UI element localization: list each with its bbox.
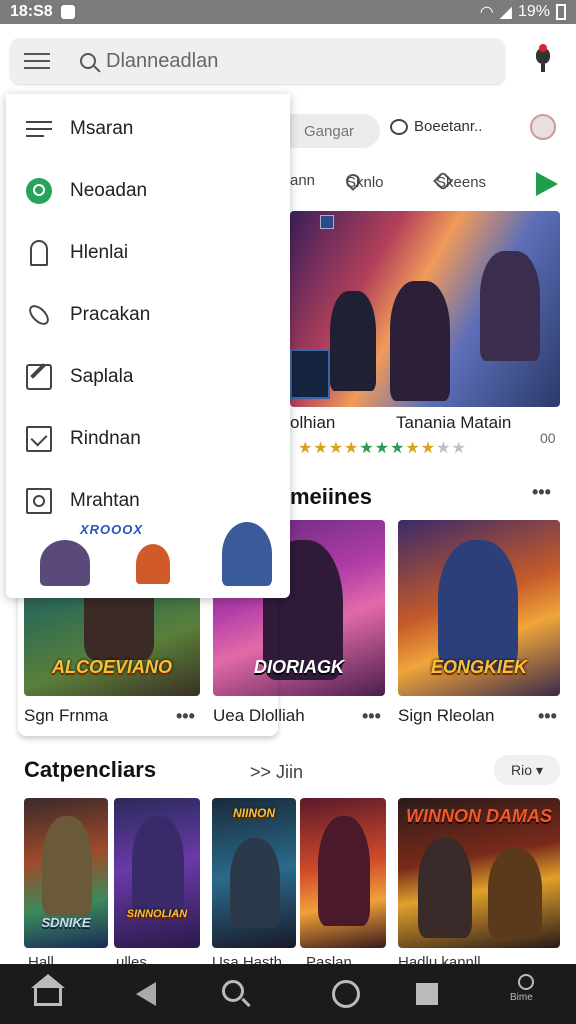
search-icon[interactable] — [222, 980, 244, 1002]
game-tile-logo: SINNOLIAN — [126, 908, 188, 920]
notification-bubble-icon[interactable] — [530, 114, 556, 140]
game-tile[interactable]: NIINON — [212, 798, 296, 948]
drawer-item-label: Msaran — [70, 118, 134, 139]
game-tile[interactable]: SINNOLIAN — [114, 798, 200, 948]
search-bar[interactable]: Dlanneadlan — [10, 38, 505, 84]
game-card-logo: EONGKIEK — [430, 657, 527, 677]
game-tile[interactable] — [300, 798, 386, 948]
featured-caption-left: olhian — [290, 413, 336, 432]
profile-label: Bime — [510, 992, 533, 1003]
drawer-banner-text: XROOOX — [80, 522, 144, 537]
profile-icon — [518, 974, 534, 990]
back-icon[interactable] — [136, 982, 156, 1006]
checkbox-icon — [26, 426, 52, 452]
game-card-label[interactable]: Sgn Frnma — [24, 706, 108, 726]
game-tile-logo: SDNIKE — [41, 915, 91, 930]
see-all-link[interactable]: >> Jiin — [250, 762, 303, 783]
drawer-item[interactable]: Msaran — [6, 104, 290, 154]
recents-icon[interactable] — [416, 983, 438, 1005]
edit-icon — [26, 364, 52, 390]
search-input[interactable]: Dlanneadlan — [106, 50, 218, 73]
section-1-more-button[interactable]: ••• — [532, 482, 551, 503]
drawer-item-label: Saplala — [70, 366, 134, 387]
drawer-item-label: Mrahtan — [70, 490, 140, 511]
featured-more[interactable]: 00 — [540, 430, 556, 446]
game-tile-label[interactable]: Hadlu kannll — [398, 954, 481, 964]
home-circle-icon[interactable] — [332, 980, 360, 1008]
chat-bubble-icon — [390, 118, 408, 135]
section-1-title: meiines — [290, 484, 372, 509]
notification-icon — [60, 5, 75, 19]
game-tile-label[interactable]: Usa Hasth — [212, 954, 282, 964]
voice-mic-icon[interactable] — [530, 44, 556, 76]
game-card[interactable]: EONGKIEK — [398, 520, 560, 696]
hamburger-menu-icon[interactable] — [24, 48, 50, 74]
chip-message-label: Boeetanr.. — [414, 118, 483, 135]
search-icon — [80, 53, 96, 69]
drawer-item-label: Pracakan — [70, 304, 151, 325]
chip-pill[interactable]: Gangar — [290, 114, 380, 148]
game-tile-logo: NIINON — [233, 806, 275, 820]
section-2-title: Catpencliars — [24, 757, 157, 782]
game-tile[interactable]: WINNON DAMAS — [398, 798, 560, 948]
top-chips: Gangar Boeetanr.. — [290, 114, 576, 150]
rating-stars: ★★★★★★★★★★★ — [298, 440, 467, 457]
bottom-navigation-bar: Bime — [0, 964, 576, 1024]
photo-icon — [26, 488, 52, 514]
status-bar: 18:S8 ◠ ◢ 19% — [0, 0, 576, 24]
featured-caption-right[interactable]: Tanania Matain — [396, 413, 511, 433]
game-tile-logo: WINNON DAMAS — [406, 806, 552, 826]
filter-1[interactable]: ann — [290, 172, 315, 189]
link-icon — [25, 301, 53, 329]
drawer-promo-art: XROOOX — [36, 520, 286, 590]
navigation-drawer: Msaran Neoadan Hlenlai Pracakan Saplala … — [6, 94, 290, 598]
drawer-item[interactable]: Rindnan — [6, 414, 290, 464]
game-card-more-button[interactable]: ••• — [362, 706, 381, 727]
game-tile-label[interactable]: Hall — [28, 954, 54, 964]
sort-label: Rio — [510, 762, 532, 778]
sort-dropdown[interactable]: Rio ▾ — [494, 755, 560, 785]
wifi-icon: ◠ — [479, 4, 494, 21]
game-tile-label[interactable]: Paslan — [306, 954, 352, 964]
game-card-more-button[interactable]: ••• — [538, 706, 557, 727]
status-time: 18:S8 — [10, 3, 53, 20]
game-card-label[interactable]: Sign Rleolan — [398, 706, 494, 726]
drawer-item-label: Rindnan — [70, 428, 141, 449]
game-card-more-button[interactable]: ••• — [176, 706, 195, 727]
drawer-item-label: Neoadan — [70, 180, 148, 201]
drawer-item[interactable]: Neoadan — [6, 166, 290, 216]
filter-row: ann Sknlo Skeens — [290, 170, 576, 196]
row2-labels: Hall ulles Usa Hasth Paslan Hadlu kannll — [0, 950, 576, 964]
drawer-item[interactable]: Hlenlai — [6, 228, 290, 278]
home-icon[interactable] — [31, 974, 65, 1006]
profile-button[interactable]: Bime — [510, 974, 540, 1003]
drawer-item[interactable]: Mrahtan — [6, 476, 290, 526]
game-tile[interactable]: SDNIKE — [24, 798, 108, 948]
green-circle-icon — [26, 178, 52, 204]
menu-lines-icon — [26, 116, 52, 142]
drawer-item[interactable]: Pracakan — [6, 290, 290, 340]
chip-message[interactable]: Boeetanr.. — [390, 118, 482, 135]
game-tile-label[interactable]: ulles — [116, 954, 147, 964]
signal-icon: ◢ — [499, 4, 512, 21]
drawer-item[interactable]: Saplala — [6, 352, 290, 402]
status-right: ◠ ◢ 19% — [480, 2, 566, 22]
bookmark-icon — [30, 240, 48, 266]
battery-label: 19% — [517, 3, 550, 20]
chevron-down-icon: ▾ — [535, 761, 544, 778]
featured-game-art[interactable] — [290, 211, 560, 407]
share-arrow-icon[interactable] — [536, 172, 558, 196]
game-card-label[interactable]: Uea Dlolliah — [213, 706, 305, 726]
battery-icon — [556, 4, 566, 20]
drawer-item-label: Hlenlai — [70, 242, 129, 263]
